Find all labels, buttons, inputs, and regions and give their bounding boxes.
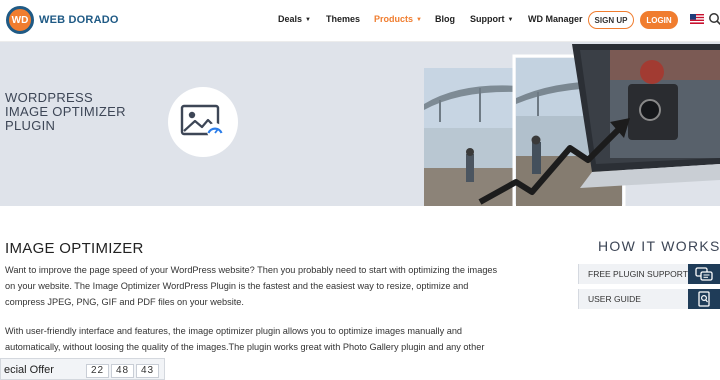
hero-title-line: PLUGIN xyxy=(5,118,56,133)
page: WD WEB DORADO Deals ▼ Themes Products ▼ Bl… xyxy=(0,0,720,380)
chevron-down-icon: ▼ xyxy=(305,16,311,23)
hero-banner: WORDPRESS IMAGE OPTIMIZER PLUGIN xyxy=(0,42,720,206)
logo[interactable]: WD WEB DORADO xyxy=(6,6,119,34)
button-label: USER GUIDE xyxy=(588,294,641,304)
chat-icon xyxy=(688,264,720,284)
hero-title: WORDPRESS IMAGE OPTIMIZER PLUGIN xyxy=(5,91,126,133)
free-plugin-support-button[interactable]: FREE PLUGIN SUPPORT xyxy=(578,264,720,284)
us-flag-icon[interactable] xyxy=(690,14,704,24)
chevron-down-icon: ▼ xyxy=(416,16,422,23)
nav-label: Deals xyxy=(278,14,303,24)
logo-text: WEB DORADO xyxy=(39,14,119,26)
nav-label: Blog xyxy=(435,14,455,24)
timer-hours: 22 xyxy=(86,364,109,378)
image-optimize-icon xyxy=(168,87,238,157)
offer-label: ecial Offer xyxy=(4,364,54,376)
features-paragraph: With user-friendly interface and feature… xyxy=(5,326,485,352)
nav-item-wd-manager[interactable]: WD Manager xyxy=(528,14,583,24)
how-it-works-title: HOW IT WORKS xyxy=(598,238,720,254)
laptop xyxy=(572,44,720,188)
section-heading: IMAGE OPTIMIZER xyxy=(5,240,144,257)
nav-item-blog[interactable]: Blog xyxy=(435,14,455,24)
user-guide-button[interactable]: USER GUIDE xyxy=(578,289,720,309)
intro-paragraph: Want to improve the page speed of your W… xyxy=(5,265,498,307)
hero-title-line: WORDPRESS xyxy=(5,90,93,105)
nav-item-products[interactable]: Products ▼ xyxy=(374,14,422,24)
login-button[interactable]: LOGIN xyxy=(640,11,678,29)
site-header: WD WEB DORADO Deals ▼ Themes Products ▼ Bl… xyxy=(0,0,720,42)
chevron-down-icon: ▼ xyxy=(507,16,514,23)
timer-seconds: 43 xyxy=(136,364,159,378)
hero-title-line: IMAGE OPTIMIZER xyxy=(5,104,126,119)
logo-badge: WD xyxy=(6,6,34,34)
nav-label: Themes xyxy=(326,14,361,24)
hero-illustration xyxy=(424,44,720,206)
nav-label: WD Manager xyxy=(528,14,583,24)
button-label: FREE PLUGIN SUPPORT xyxy=(588,269,688,279)
nav-item-support[interactable]: Support ▼ xyxy=(470,14,513,24)
search-icon[interactable] xyxy=(708,12,720,26)
guide-icon xyxy=(688,289,720,309)
special-offer-widget[interactable]: ecial Offer 22 48 43 xyxy=(0,358,165,380)
signup-button[interactable]: SIGN UP xyxy=(588,11,634,29)
nav-label: Products xyxy=(374,14,414,24)
nav-item-deals[interactable]: Deals ▼ xyxy=(278,14,311,24)
timer-minutes: 48 xyxy=(111,364,134,378)
nav-item-themes[interactable]: Themes xyxy=(326,14,360,24)
nav-label: Support xyxy=(470,14,505,24)
